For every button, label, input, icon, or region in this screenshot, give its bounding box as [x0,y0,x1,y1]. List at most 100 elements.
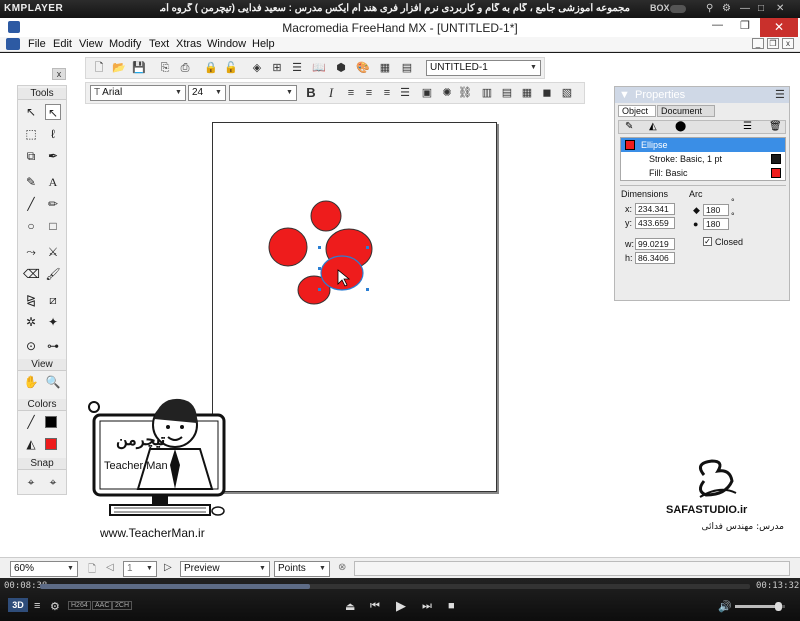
mirror-tool-icon[interactable]: ⧎ [23,292,39,308]
selection-handle[interactable] [318,246,321,249]
link-icon[interactable]: ⛓ [458,86,472,100]
player-minimize-icon[interactable]: — [740,3,750,14]
italic-button[interactable]: I [324,86,338,100]
group-icon[interactable]: ◈ [250,61,264,75]
layers-icon[interactable]: ☰ [290,61,304,75]
align-right-icon[interactable]: ≡ [380,86,394,100]
rectangle-tool-icon[interactable]: □ [45,218,61,234]
subselect-tool-icon[interactable]: ↖ [45,104,61,120]
font-style-select[interactable]: ▼ [229,85,297,101]
list-item-ellipse[interactable]: Ellipse [621,138,785,152]
add-fill-icon[interactable]: ◭ [649,121,657,132]
doc-restore-icon[interactable]: ❐ [767,38,779,49]
graphic-hose-icon[interactable]: ✲ [23,314,39,330]
flow-inside-path-icon[interactable]: ◼ [540,86,554,100]
player-box-toggle[interactable] [670,5,686,13]
stop-icon[interactable]: ■ [448,600,455,612]
player-pin-icon[interactable]: ⚲ [706,3,713,14]
attach-to-path-icon[interactable]: ✺ [440,86,454,100]
color-mixer-icon[interactable]: 🎨 [356,61,370,75]
settings-icon[interactable]: ⚙ [50,600,60,613]
trash-icon[interactable]: 🗑 [769,121,782,132]
selection-handle[interactable] [366,288,369,291]
panel-options-icon[interactable]: ☰ [775,87,785,103]
menu-help[interactable]: Help [252,38,275,50]
add-stroke-icon[interactable]: ✎ [625,121,633,132]
volume-slider-handle[interactable] [775,602,782,611]
cancel-render-icon[interactable]: ⊗ [338,562,346,573]
menu-text[interactable]: Text [149,38,169,50]
selection-handle[interactable] [366,246,369,249]
convert-to-paths-icon[interactable]: ▧ [560,86,574,100]
player-settings-icon[interactable]: ⚙ [722,3,731,14]
import-icon[interactable]: ⎘ [158,61,172,75]
stroke-color-swatch[interactable] [45,416,57,428]
doc-minimize-icon[interactable]: _ [752,38,764,49]
add-effect-icon[interactable]: ⬤ [675,121,686,132]
list-item-stroke[interactable]: Stroke: Basic, 1 pt [621,152,785,166]
play-icon[interactable]: ▶ [396,598,406,614]
align-left-icon[interactable]: ≡ [344,86,358,100]
line-tool-icon[interactable]: ╱ [23,196,39,212]
page-number-select[interactable]: 1 ▼ [123,561,157,577]
ellipse-tool-icon[interactable]: ○ [23,218,39,234]
3d-mode-button[interactable]: 3D [8,598,28,612]
snap-to-guide-icon[interactable]: ⌖ [45,474,61,490]
pen-tool-icon[interactable]: ✎ [23,174,39,190]
lock-icon[interactable]: 🔒 [204,61,218,75]
arc-end-field[interactable]: 180 [703,218,729,230]
app-restore-icon[interactable]: ❐ [740,19,750,32]
collapse-arrow-icon[interactable]: ▼ [619,87,630,103]
seek-bar[interactable] [40,584,750,589]
zoom-tool-icon[interactable]: 🔍 [45,374,61,390]
lasso-tool-icon[interactable]: ℓ [45,126,61,142]
menu-modify[interactable]: Modify [109,38,141,50]
doc-close-icon[interactable]: x [782,38,794,49]
connector-tool-icon[interactable]: ⊶ [45,338,61,354]
document-select[interactable]: UNTITLED-1 ▼ [426,60,541,76]
list-item-fill[interactable]: Fill: Basic [621,166,785,180]
volume-icon[interactable]: 🔊 [718,600,732,613]
export-icon[interactable]: ⎙ [178,61,192,75]
tab-object[interactable]: Object [618,105,656,117]
h-field[interactable]: 86.3406 [635,252,675,264]
text-wrap-icon[interactable]: ▤ [500,86,514,100]
x-field[interactable]: 234.341 [635,203,675,215]
page-icon[interactable]: 🗋 [88,562,96,579]
text-effect-icon[interactable]: ▦ [520,86,534,100]
previous-page-icon[interactable]: ◁ [106,562,114,573]
units-select[interactable]: Points ▼ [274,561,330,577]
pointer-tool-icon[interactable]: ↖ [23,104,39,120]
menu-icon[interactable]: ≡ [34,600,40,612]
volume-slider[interactable] [735,602,785,611]
tools-panel-close[interactable]: x [52,68,66,80]
tints-icon[interactable]: ▤ [400,61,414,75]
font-size-select[interactable]: 24 ▼ [188,85,226,101]
arc-start-field[interactable]: 180 [703,204,729,216]
eraser-tool-icon[interactable]: ⌫ [23,266,40,282]
brush-tool-icon[interactable]: 🖌 [45,266,61,282]
open-file-icon[interactable]: 📂 [112,61,126,75]
ellipse-left[interactable] [268,227,308,267]
app-close-icon[interactable]: ✕ [760,18,798,37]
next-page-icon[interactable]: ▷ [164,562,172,573]
player-box-label[interactable]: BOX [650,3,670,13]
zoom-select[interactable]: 60% ▼ [10,561,78,577]
selection-handle[interactable] [318,288,321,291]
freeform-tool-icon[interactable]: ⤳ [23,244,39,260]
extrude-tool-icon[interactable]: ✦ [45,314,61,330]
pencil-tool-icon[interactable]: ✏ [45,196,61,212]
align-center-icon[interactable]: ≡ [362,86,376,100]
fill-color-swatch[interactable] [45,438,57,450]
w-field[interactable]: 99.0219 [635,238,675,250]
tab-document[interactable]: Document [657,105,715,117]
closed-checkbox[interactable]: ✓ [703,237,712,246]
selection-handle[interactable] [318,267,321,270]
snap-to-point-icon[interactable]: ⌖ [23,474,39,490]
bold-button[interactable]: B [304,86,318,100]
menu-file[interactable]: File [28,38,46,50]
new-file-icon[interactable]: 🗋 [92,61,106,75]
knife-tool-icon[interactable]: ⚔ [45,244,61,260]
align-icon[interactable]: ⊞ [270,61,284,75]
save-icon[interactable]: 💾 [132,61,146,75]
